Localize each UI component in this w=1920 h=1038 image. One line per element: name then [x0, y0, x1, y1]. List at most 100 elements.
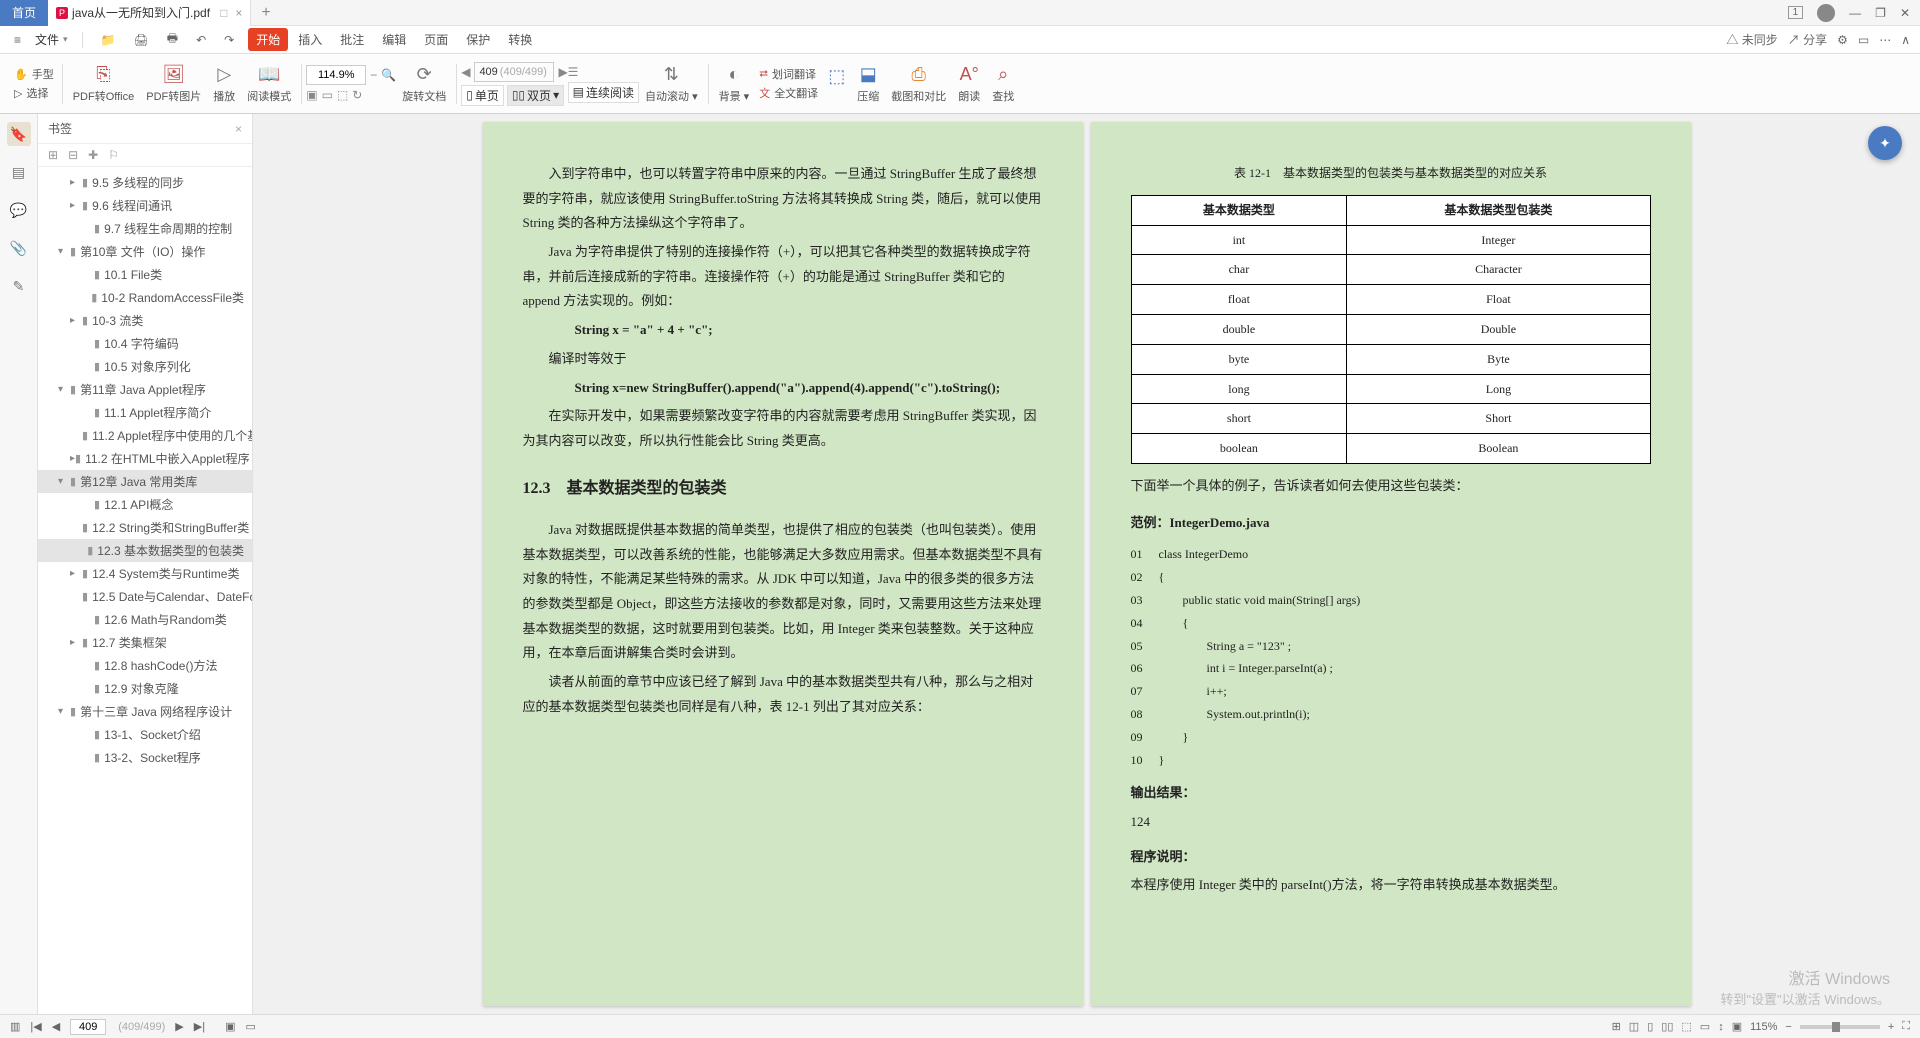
- menu-页面[interactable]: 页面: [416, 28, 456, 51]
- screenshot-button[interactable]: ⎙截图和对比: [885, 64, 952, 104]
- more-icon[interactable]: ⋯: [1879, 33, 1891, 47]
- select-tool[interactable]: ▷选择: [14, 85, 54, 101]
- document-tab[interactable]: P java从一无所知到入门.pdf □ ×: [48, 0, 251, 26]
- next-page-icon[interactable]: ▶: [175, 1020, 183, 1033]
- layout-icon[interactable]: ⊞: [1612, 1020, 1621, 1033]
- layout-icon[interactable]: ▯▯: [1661, 1020, 1673, 1033]
- tab-count-icon[interactable]: 1: [1788, 6, 1804, 19]
- prev-page-icon[interactable]: ◀: [461, 65, 470, 79]
- prev-page-icon[interactable]: ◀: [52, 1020, 60, 1033]
- zoom-input[interactable]: [306, 65, 366, 85]
- open-icon[interactable]: 📁: [97, 31, 120, 49]
- next-page-icon[interactable]: ▶: [558, 65, 567, 79]
- bookmark-node[interactable]: ▮10.5 对象序列化: [38, 355, 252, 378]
- bookmark-node[interactable]: ▾▮第12章 Java 常用类库: [38, 470, 252, 493]
- read-aloud-button[interactable]: A°朗读: [952, 64, 986, 104]
- bookmark-node[interactable]: ▮12.3 基本数据类型的包装类: [38, 539, 252, 562]
- sync-status[interactable]: △ 未同步: [1726, 31, 1777, 48]
- menu-转换[interactable]: 转换: [500, 28, 540, 51]
- share-button[interactable]: ↗ 分享: [1788, 31, 1827, 48]
- layout-icon[interactable]: ◫: [1629, 1020, 1639, 1033]
- single-page-button[interactable]: ▯ 单页: [461, 85, 504, 106]
- menu-批注[interactable]: 批注: [332, 28, 372, 51]
- expand-all-icon[interactable]: ⊞: [48, 148, 58, 162]
- fit-width-icon[interactable]: ▭: [322, 88, 333, 102]
- page-input[interactable]: 409(409/499): [474, 62, 554, 82]
- word-translate-button[interactable]: ⮂划词翻译: [759, 66, 818, 82]
- actual-size-icon[interactable]: ⬚: [337, 88, 348, 102]
- collapse-all-icon[interactable]: ⊟: [68, 148, 78, 162]
- bookmark-options-icon[interactable]: ⚐: [108, 148, 119, 162]
- bookmark-node[interactable]: ▮10-2 RandomAccessFile类: [38, 286, 252, 309]
- bookmark-node[interactable]: ▸▮11.2 在HTML中嵌入Applet程序: [38, 447, 252, 470]
- menu-保护[interactable]: 保护: [458, 28, 498, 51]
- new-tab-button[interactable]: +: [251, 4, 280, 22]
- find-button[interactable]: ⌕查找: [986, 64, 1020, 104]
- read-mode-button[interactable]: 📖阅读模式: [241, 64, 297, 104]
- compress-button[interactable]: ⬓压缩: [851, 64, 885, 104]
- bookmark-node[interactable]: ▮12.6 Math与Random类: [38, 608, 252, 631]
- close-tab-icon[interactable]: ×: [235, 6, 242, 20]
- zoom-in-icon[interactable]: 🔍: [381, 68, 396, 82]
- view-icon[interactable]: ▣: [225, 1020, 235, 1033]
- hand-tool[interactable]: ✋手型: [14, 66, 54, 82]
- bookmark-node[interactable]: ▾▮第11章 Java Applet程序: [38, 378, 252, 401]
- zoom-in-icon[interactable]: +: [1888, 1021, 1894, 1033]
- signature-icon[interactable]: ✎: [7, 274, 31, 298]
- pdf-to-image-button[interactable]: 🖼PDF转图片: [140, 64, 207, 104]
- save-icon[interactable]: 🖨: [130, 31, 153, 49]
- double-page-button[interactable]: ▯▯ 双页 ▾: [507, 85, 564, 106]
- layout-icon[interactable]: ▯: [1647, 1020, 1653, 1033]
- document-viewport[interactable]: ✦ 入到字符串中，也可以转置字符串中原来的内容。一旦通过 StringBuffe…: [253, 114, 1920, 1014]
- minimize-icon[interactable]: —: [1849, 6, 1861, 20]
- layout-icon[interactable]: ↕: [1718, 1021, 1724, 1033]
- bookmark-node[interactable]: ▾▮第十三章 Java 网络程序设计: [38, 700, 252, 723]
- layout-icon[interactable]: ▣: [1732, 1020, 1742, 1033]
- comment-icon[interactable]: 💬: [7, 198, 31, 222]
- bookmark-node[interactable]: ▮12.8 hashCode()方法: [38, 654, 252, 677]
- bookmark-node[interactable]: ▸▮12.7 类集框架: [38, 631, 252, 654]
- redo-icon[interactable]: ↷: [220, 31, 238, 49]
- bookmark-node[interactable]: ▮12.1 API概念: [38, 493, 252, 516]
- bookmark-node[interactable]: ▮11.1 Applet程序简介: [38, 401, 252, 424]
- rotate-button[interactable]: ⟳旋转文档: [396, 64, 452, 104]
- bookmark-node[interactable]: ▸▮9.5 多线程的同步: [38, 171, 252, 194]
- settings-icon[interactable]: ⚙: [1837, 33, 1848, 47]
- close-panel-icon[interactable]: ×: [235, 122, 242, 136]
- print-icon[interactable]: 🖶: [163, 27, 182, 52]
- ocr-button[interactable]: ⬚_: [822, 66, 851, 102]
- layout-icon[interactable]: ▭: [1700, 1020, 1710, 1033]
- home-tab[interactable]: 首页: [0, 0, 48, 26]
- bookmark-node[interactable]: ▸▮9.6 线程间通讯: [38, 194, 252, 217]
- layout-icon[interactable]: ⬚: [1681, 1020, 1691, 1033]
- last-page-icon[interactable]: ▶|: [194, 1020, 205, 1033]
- full-translate-button[interactable]: 文全文翻译: [759, 85, 818, 101]
- autoscroll-button[interactable]: ⇅自动滚动 ▾: [639, 64, 704, 104]
- bookmark-node[interactable]: ▮13-1、Socket介绍: [38, 723, 252, 746]
- file-menu[interactable]: 文件▾: [35, 31, 68, 48]
- bookmark-node[interactable]: ▮12.5 Date与Calendar、DateFormat类: [38, 585, 252, 608]
- menu-插入[interactable]: 插入: [290, 28, 330, 51]
- zoom-out-icon[interactable]: −: [1785, 1021, 1791, 1033]
- bookmark-node[interactable]: ▮12.2 String类和StringBuffer类: [38, 516, 252, 539]
- bookmark-node[interactable]: ▮11.2 Applet程序中使用的几个基本方法: [38, 424, 252, 447]
- user-avatar[interactable]: [1817, 4, 1835, 22]
- collapse-ribbon-icon[interactable]: ∧: [1901, 33, 1910, 47]
- fullscreen-icon[interactable]: ⛶: [1902, 1020, 1910, 1033]
- close-window-icon[interactable]: ✕: [1900, 6, 1910, 20]
- view-mode-icon[interactable]: ☰: [568, 65, 579, 79]
- undo-icon[interactable]: ↶: [192, 31, 210, 49]
- bookmark-icon[interactable]: 🔖: [7, 122, 31, 146]
- status-page-input[interactable]: [70, 1019, 106, 1035]
- maximize-icon[interactable]: ❐: [1875, 6, 1886, 20]
- hamburger-icon[interactable]: ≡: [10, 31, 25, 49]
- sidebar-toggle-icon[interactable]: ▥: [10, 1020, 20, 1033]
- fit-page-icon[interactable]: ▣: [306, 88, 317, 102]
- zoom-out-icon[interactable]: −: [370, 68, 377, 82]
- window-mode-icon[interactable]: ▭: [1858, 33, 1869, 47]
- bookmark-node[interactable]: ▮9.7 线程生命周期的控制: [38, 217, 252, 240]
- pin-tab-icon[interactable]: □: [220, 6, 227, 20]
- bookmark-node[interactable]: ▸▮12.4 System类与Runtime类: [38, 562, 252, 585]
- menu-开始[interactable]: 开始: [248, 28, 288, 51]
- attachment-icon[interactable]: 📎: [7, 236, 31, 260]
